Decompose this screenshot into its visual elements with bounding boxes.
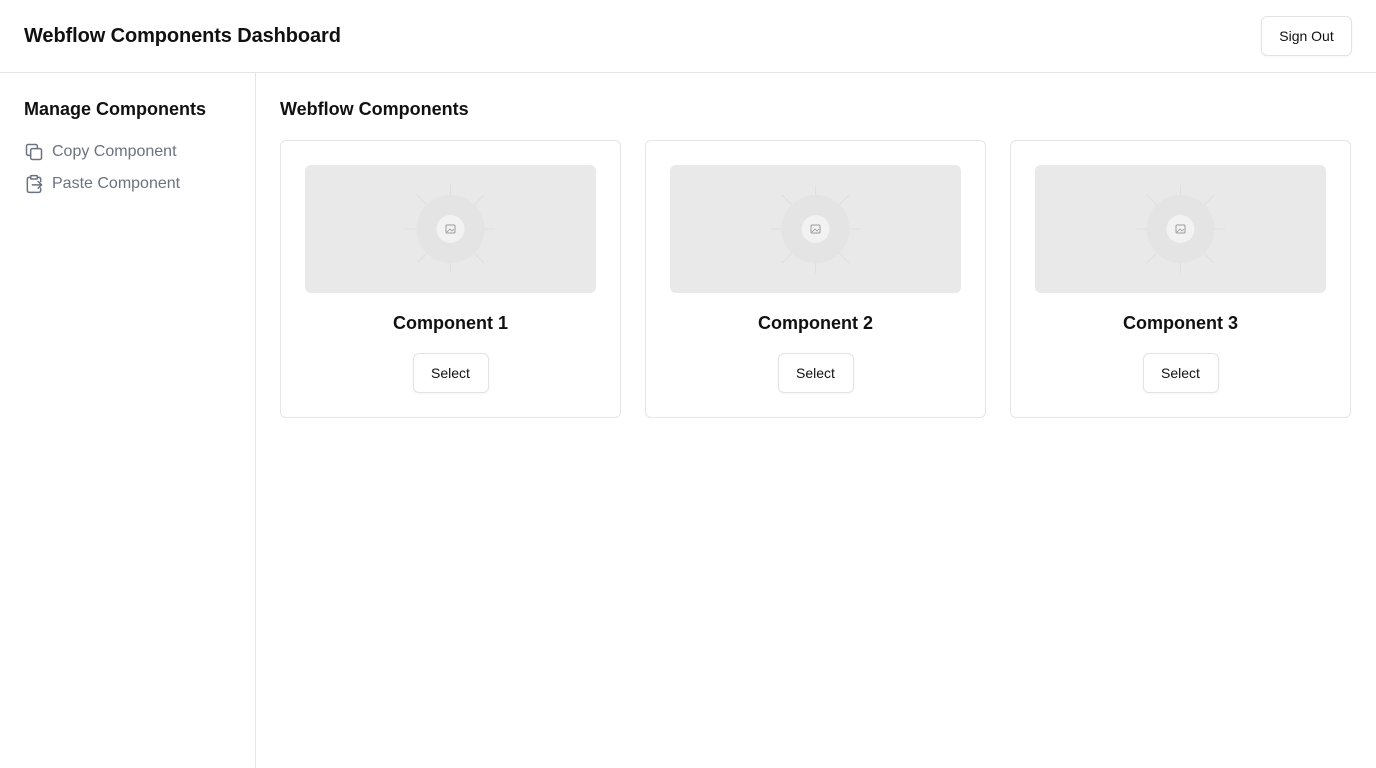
- main-heading: Webflow Components: [280, 99, 469, 119]
- sidebar-item-copy-component[interactable]: Copy Component: [24, 140, 231, 164]
- component-title: Component 3: [1123, 313, 1238, 333]
- paste-icon: [26, 174, 43, 194]
- app-title: Webflow Components Dashboard: [24, 24, 341, 47]
- component-title: Component 1: [393, 313, 508, 333]
- image-placeholder-icon: [406, 185, 495, 273]
- sidebar: Manage Components Copy Component Paste C…: [0, 73, 256, 768]
- component-title: Component 2: [758, 313, 873, 333]
- image-placeholder-icon: [771, 185, 860, 273]
- component-card: Component 3 Select: [1010, 140, 1351, 418]
- sidebar-heading: Manage Components: [24, 99, 207, 119]
- component-image-placeholder: [670, 165, 961, 293]
- sidebar-item-label: Paste Component: [52, 175, 181, 192]
- sidebar-item-label: Copy Component: [52, 143, 177, 160]
- component-grid: Component 1 Select Component 2 Select Co…: [280, 140, 1352, 418]
- component-image-placeholder: [305, 165, 596, 293]
- select-button[interactable]: Select: [1142, 353, 1219, 393]
- copy-icon: [25, 143, 43, 161]
- image-placeholder-icon: [1136, 185, 1225, 273]
- component-card: Component 2 Select: [645, 140, 986, 418]
- sign-out-button[interactable]: Sign Out: [1261, 16, 1352, 56]
- sidebar-item-paste-component[interactable]: Paste Component: [24, 172, 231, 196]
- select-button[interactable]: Select: [412, 353, 489, 393]
- select-button[interactable]: Select: [777, 353, 854, 393]
- main-content: Webflow Components Component 1 Select Co…: [280, 73, 1352, 418]
- component-image-placeholder: [1035, 165, 1326, 293]
- component-card: Component 1 Select: [280, 140, 621, 418]
- app-header: Webflow Components Dashboard Sign Out: [0, 0, 1376, 73]
